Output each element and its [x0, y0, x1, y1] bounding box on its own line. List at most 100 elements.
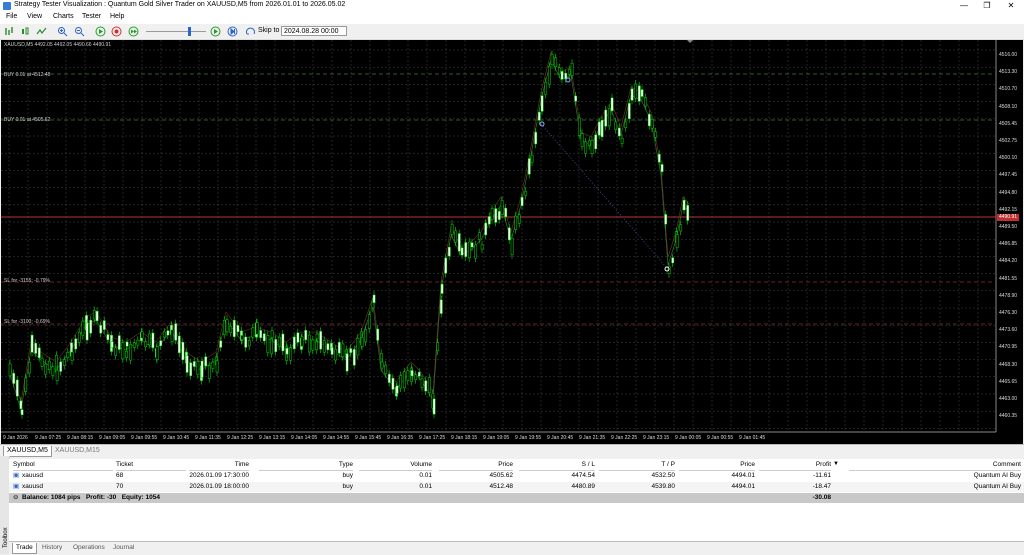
candle	[630, 88, 634, 101]
price-chart[interactable]: XAUUSD,M5 4492.05 4492.05 4490.66 4490.9…	[1, 40, 1023, 444]
col-type[interactable]: Type	[259, 459, 353, 471]
resume-icon[interactable]	[210, 26, 221, 37]
col-price[interactable]: Price	[439, 459, 513, 471]
candle	[364, 329, 368, 343]
menu-help[interactable]: Help	[110, 13, 124, 20]
menu-view[interactable]: View	[27, 13, 42, 20]
price-tick-label: 4510.70	[999, 86, 1018, 93]
speed-slider-track[interactable]	[146, 31, 206, 32]
zoom-out-icon[interactable]	[74, 26, 85, 37]
cell-comment: Quantum AI Buy	[973, 483, 1021, 490]
sort-down-icon: ▼	[833, 461, 839, 467]
candle	[129, 344, 133, 361]
candle	[644, 97, 648, 107]
order-label-sl-1: SL for -3155; -0.79%	[4, 278, 50, 284]
candle	[517, 214, 521, 224]
tab-history[interactable]: History	[39, 543, 65, 553]
candle	[380, 361, 384, 369]
time-tick-label: 9 Jan 23:15	[643, 435, 670, 441]
col-comment[interactable]: Comment	[849, 459, 1021, 471]
candle	[590, 140, 594, 154]
time-tick-label: 9 Jan 01:45	[739, 435, 766, 441]
skip-to-date-field[interactable]: 2024.08.28 00:00	[281, 26, 347, 36]
candle	[550, 54, 554, 65]
candle	[657, 154, 661, 163]
tab-trade[interactable]: Trade	[12, 543, 37, 554]
candle	[671, 257, 675, 264]
play-icon[interactable]	[95, 26, 106, 37]
tab-journal[interactable]: Journal	[110, 543, 137, 553]
col-tp[interactable]: T / P	[599, 459, 675, 471]
entry-marker	[539, 121, 545, 127]
col-time[interactable]: Time	[189, 459, 249, 471]
step-icon[interactable]	[227, 26, 238, 37]
candle	[85, 322, 89, 341]
candle	[92, 310, 96, 320]
minimize-button[interactable]: —	[952, 0, 976, 12]
zoom-in-icon[interactable]	[57, 26, 68, 37]
cell-time: 2026.01.09 18:00:00	[189, 483, 249, 490]
col-volume[interactable]: Volume	[359, 459, 432, 471]
candle	[484, 222, 488, 236]
col-current-price[interactable]: Price	[679, 459, 755, 471]
candle	[315, 333, 319, 340]
candle	[507, 227, 511, 241]
time-tick-label: 9 Jan 09:05	[99, 435, 126, 441]
balance-summary: Balance: 1084 pips Profit: -30 Equity: 1…	[22, 494, 160, 501]
candle	[244, 336, 248, 348]
candle	[8, 363, 12, 377]
candle	[387, 373, 391, 383]
time-tick-label: 9 Jan 14:55	[323, 435, 350, 441]
line-chart-icon[interactable]	[36, 26, 47, 37]
bar-chart-icon[interactable]	[4, 26, 15, 37]
candle	[679, 224, 683, 232]
candle	[686, 205, 690, 221]
position-icon: ▣	[13, 472, 20, 479]
candlestick-chart[interactable]	[1, 40, 1023, 444]
candle	[537, 111, 541, 121]
stop-icon[interactable]	[111, 26, 122, 37]
chart-tab-m15[interactable]: XAUUSD,M15	[52, 446, 103, 456]
table-row[interactable]: ▣ xauusd 70 2026.01.09 18:00:00 buy 0.01…	[9, 482, 1024, 492]
time-tick-label: 9 Jan 16:35	[387, 435, 414, 441]
time-tick-label: 9 Jan 13:15	[259, 435, 286, 441]
cell-tp: 4539.80	[651, 483, 676, 490]
candle	[514, 215, 518, 230]
candle	[174, 323, 178, 341]
candle	[121, 342, 125, 360]
tab-operations[interactable]: Operations	[70, 543, 108, 553]
candle	[125, 350, 128, 358]
menu-charts[interactable]: Charts	[53, 13, 74, 20]
candle	[166, 330, 170, 336]
candle	[634, 83, 638, 99]
candle	[600, 119, 604, 138]
candle	[564, 72, 568, 79]
cell-ticket: 70	[116, 483, 124, 490]
time-tick-label: 9 Jan 09:55	[131, 435, 158, 441]
candle	[204, 356, 208, 367]
candle	[617, 127, 621, 137]
candle	[89, 319, 93, 334]
candle	[534, 131, 538, 145]
candle	[66, 352, 70, 358]
cell-comment: Quantum AI Buy	[973, 472, 1021, 479]
col-ticket[interactable]: Ticket	[116, 459, 186, 471]
close-button[interactable]: ✕	[999, 0, 1023, 12]
candlestick-icon[interactable]	[20, 26, 31, 37]
candle	[285, 348, 289, 355]
cell-sl: 4480.89	[571, 483, 596, 490]
col-sl[interactable]: S / L	[519, 459, 595, 471]
chart-tab-m5[interactable]: XAUUSD,M5	[3, 446, 52, 457]
col-symbol[interactable]: Symbol	[13, 459, 113, 471]
price-tick-label: 4465.65	[999, 378, 1018, 385]
col-profit[interactable]: Profit	[759, 459, 831, 471]
table-row[interactable]: ▣ xauusd 68 2026.01.09 17:30:00 buy 0.01…	[9, 471, 1024, 481]
entry-marker	[565, 77, 571, 83]
fast-forward-icon[interactable]	[128, 26, 139, 37]
speed-slider-thumb[interactable]	[188, 27, 191, 36]
skip-to-icon[interactable]	[245, 26, 256, 37]
maximize-button[interactable]: ❐	[975, 0, 999, 12]
chart-symbol-header: XAUUSD,M5 4492.05 4492.05 4490.66 4490.9…	[4, 42, 112, 48]
menu-file[interactable]: File	[6, 13, 17, 20]
menu-tester[interactable]: Tester	[82, 13, 101, 20]
